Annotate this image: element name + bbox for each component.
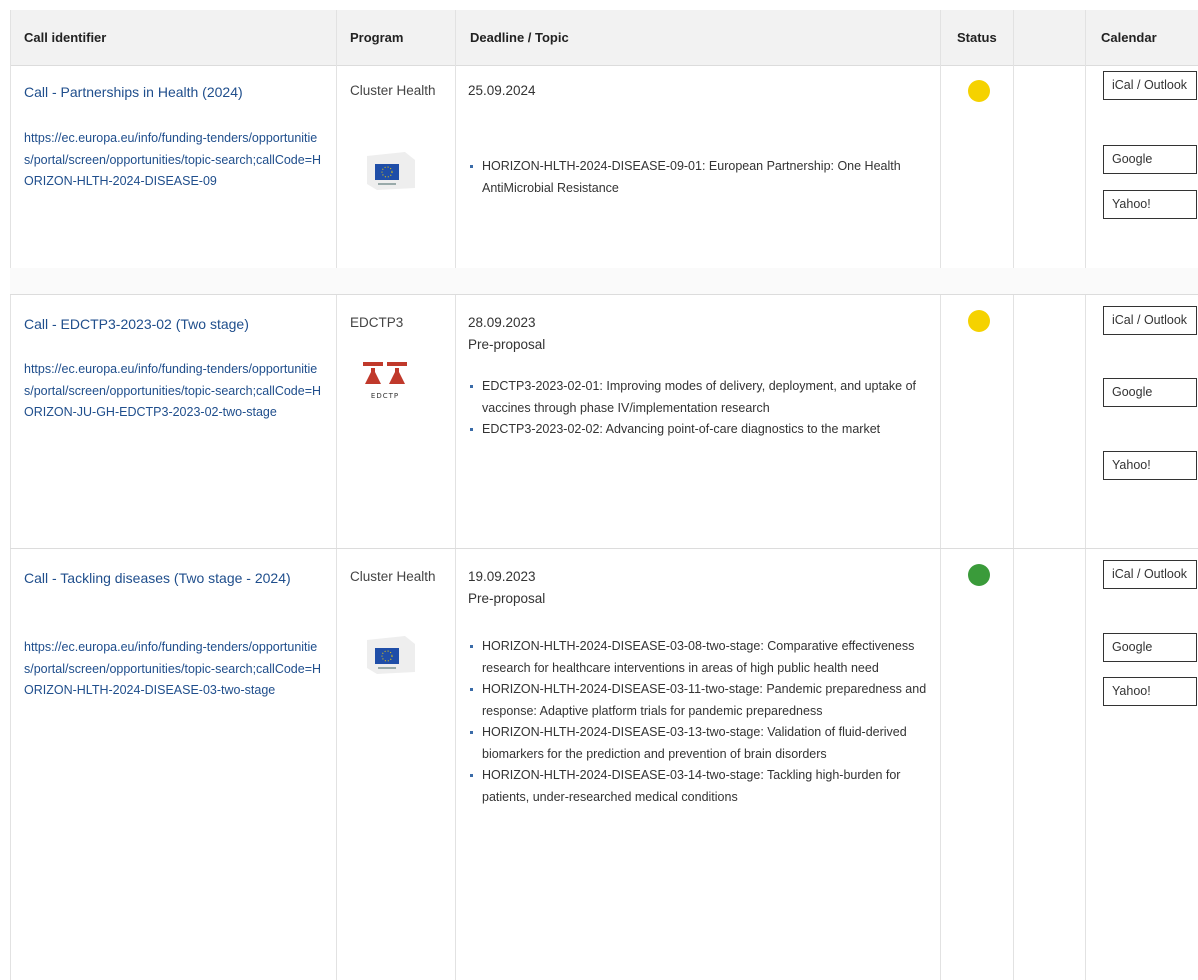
stage-label: Pre-proposal [468,337,546,352]
calls-table: Call identifier Program Deadline / Topic… [0,0,1198,980]
topic-item: HORIZON-HLTH-2024-DISEASE-03-14-two-stag… [468,765,938,808]
eu-commission-logo [361,634,419,678]
column-header-program: Program [350,30,404,45]
row-spacer [10,268,1198,294]
status-indicator-yellow [968,310,990,332]
topic-item: EDCTP3-2023-02-01: Improving modes of de… [468,376,938,419]
stage-label: Pre-proposal [468,591,546,606]
topic-list: EDCTP3-2023-02-01: Improving modes of de… [468,376,938,441]
call-url-link[interactable]: https://ec.europa.eu/info/funding-tender… [24,359,324,424]
deadline-date: 19.09.2023 [468,569,536,584]
yahoo-calendar-button[interactable]: Yahoo! [1103,190,1197,219]
row-separator [10,548,1198,549]
eu-commission-logo [361,150,419,194]
ical-outlook-button[interactable]: iCal / Outlook [1103,306,1197,335]
ical-outlook-button[interactable]: iCal / Outlook [1103,71,1197,100]
table-row: Call - Partnerships in Health (2024) htt… [10,66,1198,268]
edctp-logo: EDCTP [361,358,411,408]
row-separator [10,294,1198,295]
topic-item: EDCTP3-2023-02-02: Advancing point-of-ca… [468,419,938,441]
program-name: Cluster Health [350,569,436,584]
status-indicator-green [968,564,990,586]
topic-item: HORIZON-HLTH-2024-DISEASE-03-11-two-stag… [468,679,938,722]
topic-item: HORIZON-HLTH-2024-DISEASE-09-01: Europea… [468,156,938,199]
call-url-link[interactable]: https://ec.europa.eu/info/funding-tender… [24,637,324,702]
deadline-date: 28.09.2023 [468,315,536,330]
topic-list: HORIZON-HLTH-2024-DISEASE-09-01: Europea… [468,156,938,199]
program-name: EDCTP3 [350,315,404,330]
table-row: Call - Tackling diseases (Two stage - 20… [10,550,1198,980]
column-header-deadline-topic: Deadline / Topic [470,30,569,45]
ical-outlook-button[interactable]: iCal / Outlook [1103,560,1197,589]
call-title-link[interactable]: Call - Tackling diseases (Two stage - 20… [24,566,314,590]
table-row: Call - EDCTP3-2023-02 (Two stage) https:… [10,296,1198,548]
google-calendar-button[interactable]: Google [1103,378,1197,407]
table-header: Call identifier Program Deadline / Topic… [10,10,1198,66]
google-calendar-button[interactable]: Google [1103,633,1197,662]
program-name: Cluster Health [350,83,436,98]
column-header-status: Status [957,30,997,45]
yahoo-calendar-button[interactable]: Yahoo! [1103,677,1197,706]
column-header-calendar: Calendar [1101,30,1157,45]
yahoo-calendar-button[interactable]: Yahoo! [1103,451,1197,480]
edctp-logo-text: EDCTP [371,392,399,400]
call-url-link[interactable]: https://ec.europa.eu/info/funding-tender… [24,128,324,193]
topic-item: HORIZON-HLTH-2024-DISEASE-03-08-two-stag… [468,636,938,679]
status-indicator-yellow [968,80,990,102]
topic-list: HORIZON-HLTH-2024-DISEASE-03-08-two-stag… [468,636,938,808]
call-title-link[interactable]: Call - EDCTP3-2023-02 (Two stage) [24,312,314,336]
google-calendar-button[interactable]: Google [1103,145,1197,174]
topic-item: HORIZON-HLTH-2024-DISEASE-03-13-two-stag… [468,722,938,765]
column-header-call-identifier: Call identifier [24,30,107,45]
deadline-date: 25.09.2024 [468,83,536,98]
call-title-link[interactable]: Call - Partnerships in Health (2024) [24,80,314,104]
